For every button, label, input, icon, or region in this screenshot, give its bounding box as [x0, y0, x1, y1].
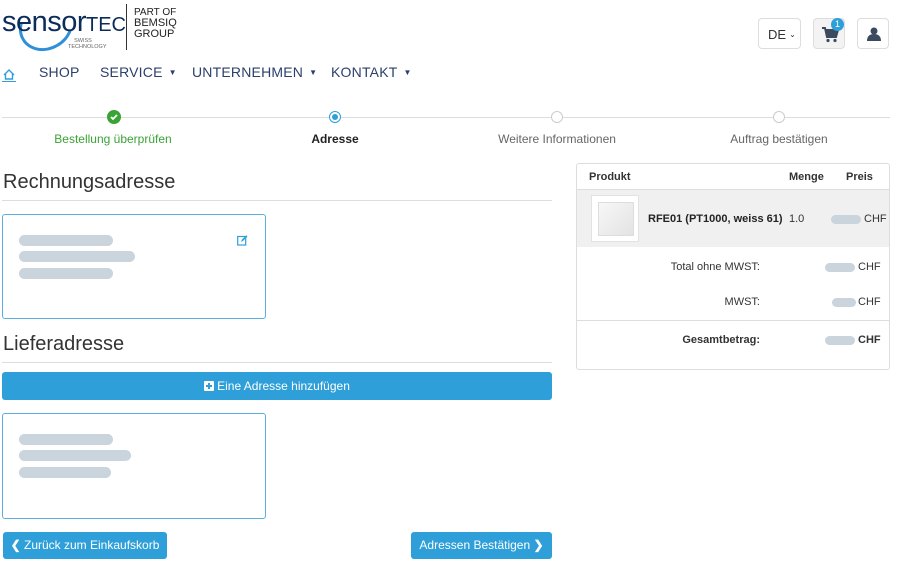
nav-item-unternehmen[interactable]: UNTERNEHMEN ▼: [192, 64, 317, 80]
redacted-grand-total: [825, 336, 855, 345]
step-4-label: Auftrag bestätigen: [730, 132, 828, 146]
shipping-title: Lieferadresse: [3, 333, 125, 355]
brand-tagline: SWISS TECHNOLOGY: [68, 38, 107, 50]
vat-currency: CHF: [858, 296, 881, 308]
home-link[interactable]: [2, 66, 16, 82]
column-quantity: Menge: [789, 171, 824, 183]
progress-track: [2, 117, 890, 118]
divider: [2, 200, 552, 201]
redacted-line: [19, 268, 113, 279]
chevron-down-icon: ⌄: [789, 30, 796, 39]
parent-group: PART OF BEMSIQ GROUP: [134, 7, 177, 40]
nav-label: KONTAKT: [331, 64, 398, 80]
summary-header: Produkt Menge Preis: [577, 164, 889, 190]
step-2-dot: [329, 111, 341, 123]
brand-name-suffix: TEC: [86, 14, 126, 36]
nav-label: UNTERNEHMEN: [192, 64, 304, 80]
product-image: [598, 202, 634, 236]
grand-total-currency: CHF: [858, 334, 881, 346]
parent-line-3: GROUP: [134, 28, 175, 40]
product-name[interactable]: RFE01 (PT1000, weiss 61): [648, 213, 783, 225]
account-button[interactable]: [857, 18, 889, 49]
home-icon: [3, 69, 15, 80]
billing-title: Rechnungsadresse: [3, 171, 176, 193]
redacted-line: [19, 235, 113, 246]
nav-item-service[interactable]: SERVICE ▼: [100, 64, 177, 80]
confirm-addresses-button[interactable]: Adressen Bestätigen ❯: [411, 532, 552, 559]
brand-name: sensor: [2, 6, 87, 38]
caret-down-icon: ▼: [168, 68, 177, 77]
product-quantity: 1.0: [789, 213, 805, 225]
billing-address-card[interactable]: [2, 214, 266, 319]
add-address-label: Eine Adresse hinzufügen: [217, 379, 350, 393]
check-icon: [110, 114, 118, 121]
edit-icon[interactable]: [237, 235, 248, 246]
user-icon: [867, 27, 881, 41]
product-currency: CHF: [864, 213, 887, 225]
redacted-line: [19, 467, 111, 478]
order-summary: Produkt Menge Preis RFE01 (PT1000, weiss…: [576, 163, 890, 370]
redacted-line: [19, 434, 113, 445]
active-indicator: [332, 114, 338, 120]
caret-down-icon: ▼: [309, 68, 318, 77]
total-without-vat-label: Total ohne MWST:: [670, 261, 760, 273]
redacted-line: [19, 251, 135, 262]
add-address-button[interactable]: Eine Adresse hinzufügen: [2, 372, 552, 400]
nav-item-shop[interactable]: SHOP: [39, 64, 79, 80]
shipping-address-card[interactable]: [2, 413, 266, 519]
back-label: Zurück zum Einkaufskorb: [24, 538, 160, 552]
divider: [2, 362, 552, 363]
plus-square-icon: [204, 381, 215, 391]
redacted-subtotal: [825, 263, 855, 272]
step-3-label: Weitere Informationen: [498, 132, 616, 146]
step-1-dot: [107, 110, 121, 124]
grand-total-label: Gesamtbetrag:: [682, 334, 760, 346]
language-value: DE: [768, 27, 787, 42]
step-1-label[interactable]: Bestellung überprüfen: [2, 132, 224, 146]
nav-label: SERVICE: [100, 64, 163, 80]
subtotal-currency: CHF: [858, 261, 881, 273]
step-2-label: Adresse: [311, 132, 359, 146]
redacted-vat: [832, 298, 856, 307]
confirm-label: Adressen Bestätigen: [419, 538, 531, 552]
brand-logo[interactable]: sensor TEC SWISS TECHNOLOGY PART OF BEMS…: [0, 0, 180, 61]
step-4-dot: [773, 111, 785, 123]
column-product: Produkt: [589, 171, 631, 183]
summary-item-row: RFE01 (PT1000, weiss 61) 1.0 CHF: [577, 190, 889, 247]
step-3-dot: [551, 111, 563, 123]
back-to-cart-button[interactable]: ❮ Zurück zum Einkaufskorb: [3, 532, 167, 559]
caret-down-icon: ▼: [403, 68, 412, 77]
nav-item-kontakt[interactable]: KONTAKT ▼: [331, 64, 412, 80]
cart-count-badge: 1: [831, 18, 844, 31]
chevron-left-icon: ❮: [10, 538, 21, 552]
logo-divider: [126, 4, 127, 50]
language-selector[interactable]: DE ⌄: [758, 18, 801, 49]
chevron-right-icon: ❯: [533, 538, 544, 552]
column-price: Preis: [846, 171, 873, 183]
divider: [577, 320, 889, 321]
redacted-price: [831, 215, 861, 224]
nav-label: SHOP: [39, 64, 80, 80]
redacted-line: [19, 450, 131, 461]
vat-label: MWST:: [724, 296, 760, 308]
product-thumbnail[interactable]: [591, 195, 639, 242]
